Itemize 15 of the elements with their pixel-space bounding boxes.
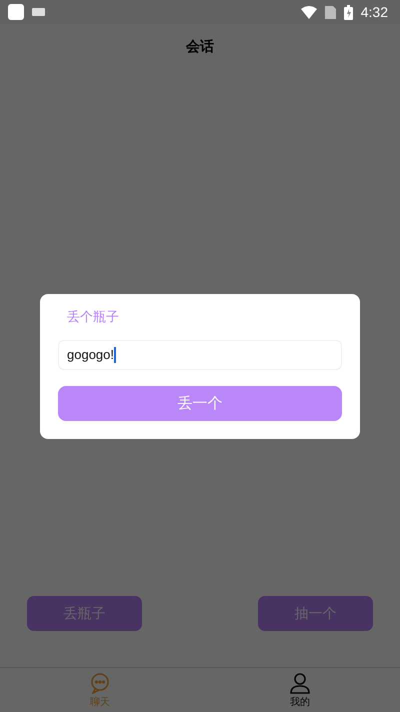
dialog-title: 丢个瓶子 <box>67 308 119 326</box>
tab[interactable]: 我的 <box>200 668 400 712</box>
clock-time: 4:32 <box>360 4 388 20</box>
input-field[interactable]: gogogo! <box>58 340 342 370</box>
notification-icon <box>8 4 24 20</box>
no-sim-icon <box>324 6 336 18</box>
chat-icon <box>89 672 111 694</box>
submit-button[interactable]: 丢一个 <box>58 386 342 420</box>
keyboard-icon <box>32 8 45 16</box>
user-icon <box>289 672 311 694</box>
text-cursor <box>114 346 116 362</box>
tab[interactable]: 聊天 <box>0 668 200 712</box>
battery-icon <box>344 4 353 20</box>
wifi-icon <box>300 6 317 18</box>
page-title: 会话 <box>186 38 214 56</box>
